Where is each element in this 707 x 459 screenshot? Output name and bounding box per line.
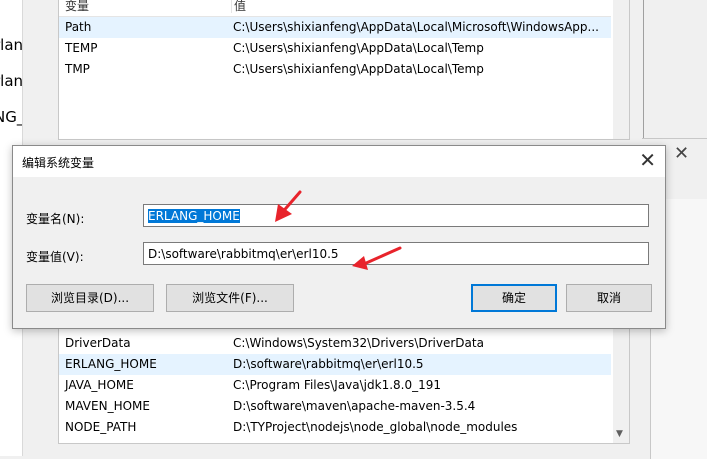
annotation-arrow [275, 190, 302, 222]
annotation-arrows [275, 190, 402, 270]
annotation-arrow [352, 246, 402, 270]
